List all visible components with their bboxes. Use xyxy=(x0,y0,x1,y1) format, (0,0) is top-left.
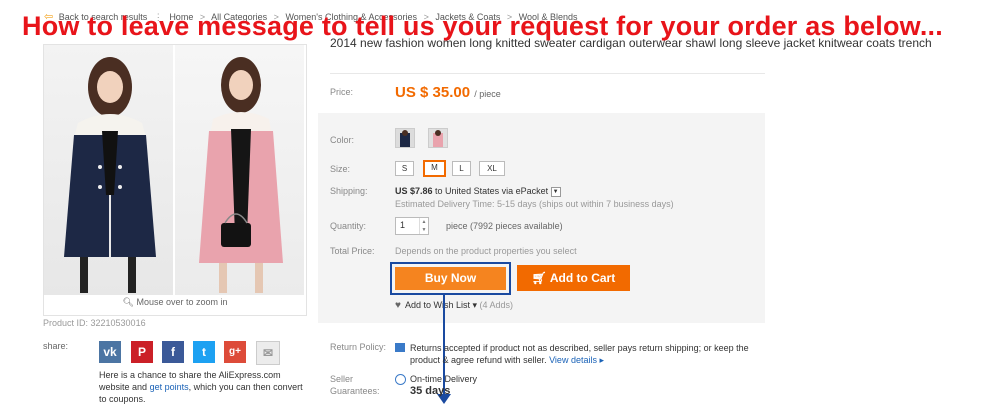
return-policy-icon xyxy=(395,343,405,352)
product-photo-pink[interactable] xyxy=(175,45,304,295)
magnifier-icon: 🔍︎ xyxy=(122,297,134,307)
navy-swatch-thumb xyxy=(396,129,414,147)
add-to-wishlist[interactable]: ♥ Add to Wish List ▾ (4 Adds) xyxy=(395,300,513,311)
zoom-hint: 🔍︎ Mouse over to zoom in xyxy=(122,297,228,307)
facebook-icon[interactable]: f xyxy=(162,341,184,363)
size-label: Size: xyxy=(330,164,351,174)
total-price-note: Depends on the product properties you se… xyxy=(395,246,577,256)
price-unit: / piece xyxy=(474,89,501,99)
navy-coat-model-image xyxy=(64,57,156,293)
shipping-cost: US $7.86 xyxy=(395,186,433,196)
shipping-dropdown-icon[interactable]: ▼ xyxy=(550,186,561,197)
quantity-label: Quantity: xyxy=(330,221,367,231)
google-plus-icon[interactable]: g+ xyxy=(224,341,246,363)
product-id: Product ID: 32210530016 xyxy=(43,318,146,328)
vk-icon[interactable]: vk xyxy=(99,341,121,363)
buy-now-button[interactable]: Buy Now xyxy=(395,267,506,290)
pink-coat-model-image xyxy=(199,57,283,293)
shipping-destination[interactable]: to United States via ePacket xyxy=(435,186,548,196)
buy-now-highlight-frame: Buy Now xyxy=(390,262,511,295)
color-swatch-pink[interactable] xyxy=(428,128,448,148)
pink-swatch-thumb xyxy=(429,129,447,147)
share-label: share: xyxy=(43,341,69,351)
seller-guarantees-label: Seller Guarantees: xyxy=(330,374,380,396)
clock-icon xyxy=(395,374,406,385)
view-details-link[interactable]: View details ▸ xyxy=(549,355,604,365)
quantity-input[interactable]: 1 ▲ ▼ xyxy=(395,217,429,235)
heart-icon: ♥ xyxy=(395,300,401,311)
cart-icon: 🛒︎ xyxy=(531,271,547,285)
size-option-m[interactable]: M xyxy=(423,160,446,177)
quantity-stepper[interactable]: ▲ ▼ xyxy=(419,218,428,234)
price-label: Price: xyxy=(330,87,354,97)
product-photo-navy[interactable] xyxy=(44,45,173,295)
twitter-icon[interactable]: t xyxy=(193,341,215,363)
product-options-panel xyxy=(318,113,765,323)
product-gallery[interactable]: 🔍︎ Mouse over to zoom in xyxy=(43,44,307,316)
size-option-xl[interactable]: XL xyxy=(479,161,505,176)
get-points-link[interactable]: get points xyxy=(150,382,189,392)
price-value: US $ 35.00 / piece xyxy=(395,84,501,101)
delivery-days: 35 days xyxy=(410,385,451,397)
chevron-down-icon: ▾ xyxy=(472,300,478,310)
shipping-label: Shipping: xyxy=(330,186,368,196)
quantity-available-note: piece (7992 pieces available) xyxy=(446,221,563,231)
overlay-headline: How to leave message to tell us your req… xyxy=(22,11,943,41)
size-option-s[interactable]: S xyxy=(395,161,414,176)
email-icon[interactable]: ✉ xyxy=(256,341,280,365)
total-price-label: Total Price: xyxy=(330,246,375,256)
pinterest-icon[interactable]: P xyxy=(131,341,153,363)
return-policy-text: Returns accepted if product not as descr… xyxy=(410,343,749,365)
add-to-cart-button[interactable]: 🛒︎ Add to Cart xyxy=(517,265,630,291)
color-swatch-navy[interactable] xyxy=(395,128,415,148)
wishlist-count: (4 Adds) xyxy=(479,300,514,310)
size-option-l[interactable]: L xyxy=(452,161,471,176)
title-divider xyxy=(330,73,765,74)
color-label: Color: xyxy=(330,135,355,145)
share-points-text: Here is a chance to share the AliExpress… xyxy=(99,370,303,404)
shipping-eta: Estimated Delivery Time: 5-15 days (ship… xyxy=(395,199,674,209)
return-policy-label: Return Policy: xyxy=(330,342,387,352)
ontime-delivery: On-time Delivery xyxy=(410,374,478,384)
shipping-info: US $7.86 to United States via ePacket ▼ xyxy=(395,186,561,197)
